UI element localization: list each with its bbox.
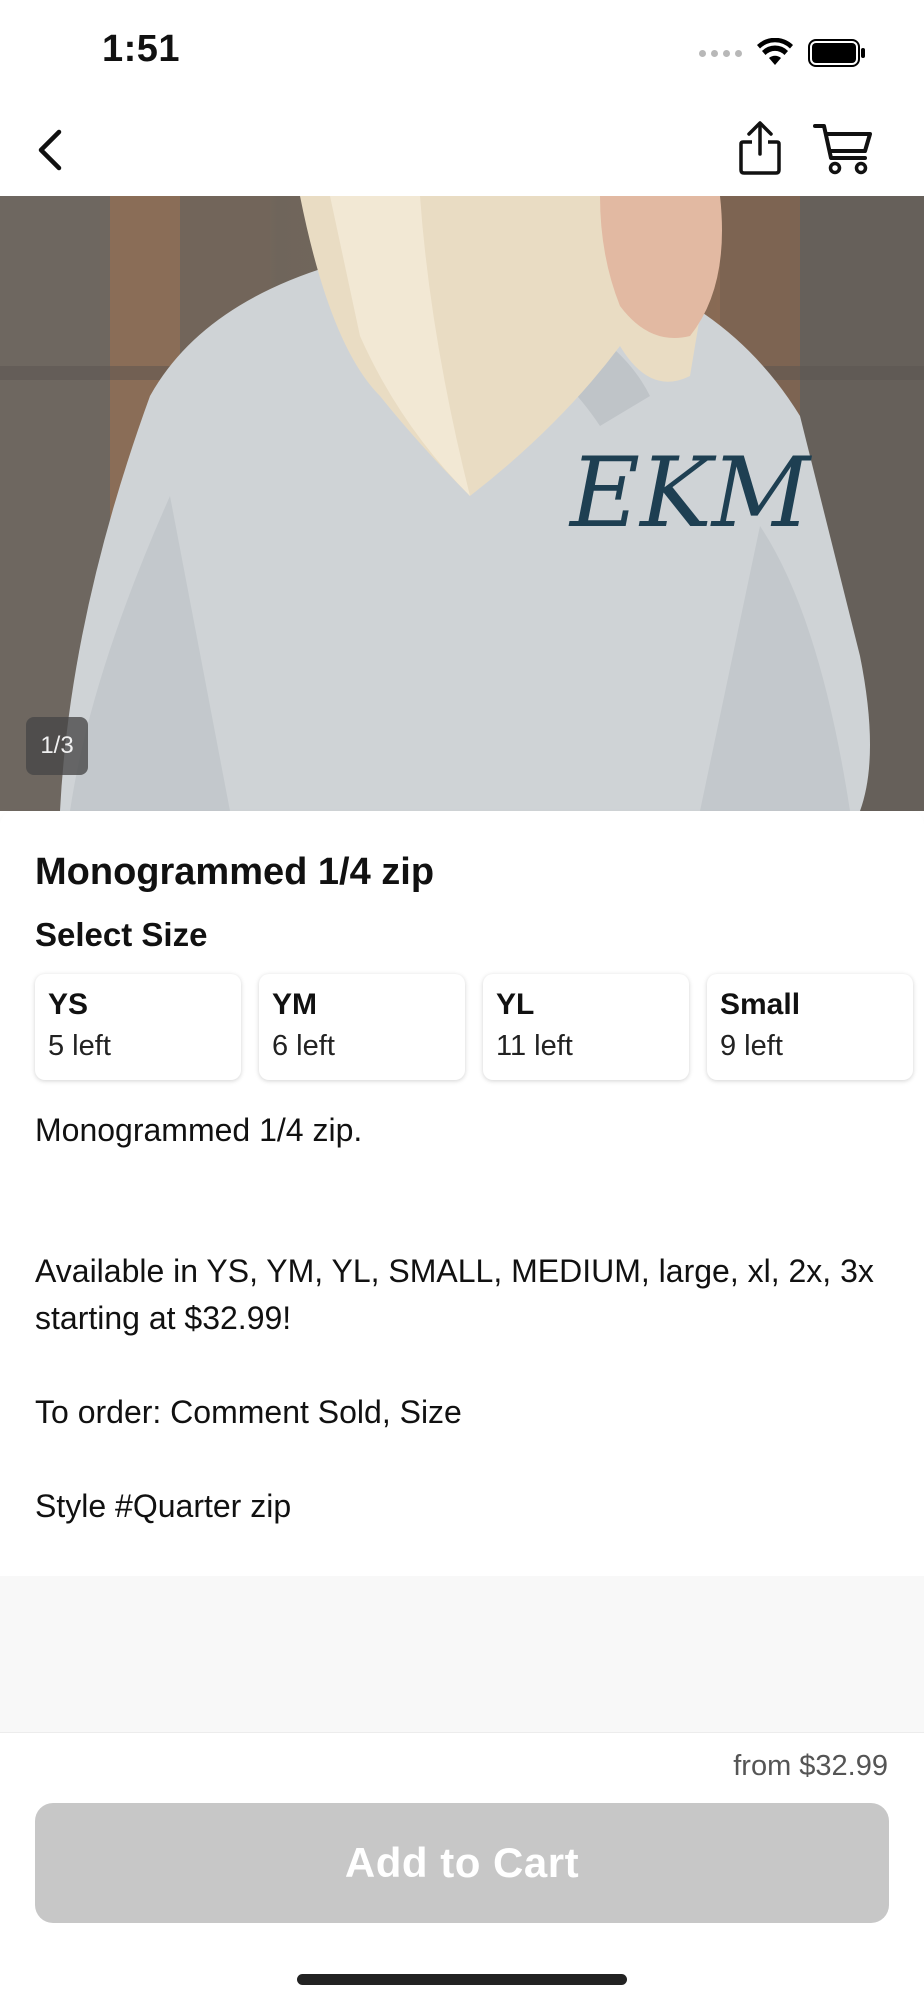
chevron-left-icon bbox=[38, 129, 62, 171]
description-line: Style #Quarter zip bbox=[35, 1488, 292, 1524]
size-option-ym[interactable]: YM 6 left bbox=[259, 974, 465, 1080]
svg-text:EKM: EKM bbox=[568, 437, 813, 549]
size-name: YS bbox=[48, 988, 89, 1021]
description-line: Monogrammed 1/4 zip. bbox=[35, 1112, 363, 1148]
price-label: from $32.99 bbox=[733, 1750, 888, 1782]
description-line: Available in YS, YM, YL, SMALL, MEDIUM, … bbox=[35, 1253, 874, 1336]
size-name: YL bbox=[496, 988, 535, 1021]
status-time: 1:51 bbox=[102, 28, 181, 70]
status-bar: 1:51 bbox=[0, 0, 924, 100]
size-stock: 9 left bbox=[720, 1030, 783, 1062]
product-photo: EKM bbox=[0, 196, 924, 811]
size-stock: 5 left bbox=[48, 1030, 111, 1062]
size-name: Small bbox=[720, 988, 801, 1021]
navigation-bar bbox=[0, 100, 924, 196]
home-indicator bbox=[297, 1974, 627, 1985]
add-to-cart-button[interactable]: Add to Cart bbox=[35, 1803, 889, 1923]
size-option-yl[interactable]: YL 11 left bbox=[483, 974, 689, 1080]
size-options: YS 5 left YM 6 left YL 11 left Small 9 l… bbox=[35, 974, 924, 1084]
status-icons bbox=[699, 36, 866, 70]
size-stock: 6 left bbox=[272, 1030, 335, 1062]
cart-button[interactable] bbox=[810, 118, 878, 180]
product-image[interactable]: EKM 1/3 bbox=[0, 196, 924, 811]
description-line: To order: Comment Sold, Size bbox=[35, 1394, 462, 1430]
back-button[interactable] bbox=[22, 122, 78, 178]
product-description: Monogrammed 1/4 zip. Available in YS, YM… bbox=[35, 1107, 895, 1530]
product-title: Monogrammed 1/4 zip bbox=[35, 851, 435, 893]
share-icon bbox=[739, 121, 781, 175]
content-spacer bbox=[0, 1576, 924, 1732]
wifi-icon bbox=[757, 38, 793, 65]
size-stock: 11 left bbox=[496, 1030, 573, 1062]
size-option-ys[interactable]: YS 5 left bbox=[35, 974, 241, 1080]
size-option-small[interactable]: Small 9 left bbox=[707, 974, 913, 1080]
battery-icon bbox=[808, 39, 865, 67]
image-counter: 1/3 bbox=[26, 717, 88, 775]
share-button[interactable] bbox=[730, 116, 790, 180]
size-name: YM bbox=[272, 988, 317, 1021]
cellular-signal-icon bbox=[699, 49, 742, 57]
product-details: Monogrammed 1/4 zip Select Size YS 5 lef… bbox=[0, 811, 924, 1576]
select-size-label: Select Size bbox=[35, 916, 208, 953]
cart-icon bbox=[813, 124, 872, 175]
purchase-bar: from $32.99 Add to Cart bbox=[0, 1732, 924, 2001]
